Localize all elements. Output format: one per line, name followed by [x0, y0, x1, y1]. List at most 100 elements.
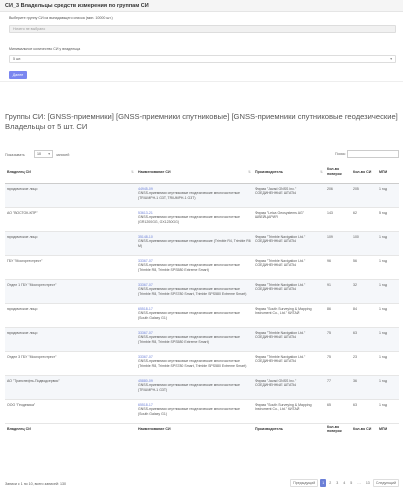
col-name[interactable]: Наименование СИ ⇅: [136, 161, 253, 183]
min-count-label: Минимальное количество СИ у владельца: [9, 47, 81, 51]
table-row: Отдел 3 ГБУ "Мосгоргеотрест" 33367-07 GNSS…: [5, 351, 399, 375]
cell-mpi: 1 год: [379, 282, 388, 287]
cell-checks: 65: [327, 402, 331, 407]
prev-page-button[interactable]: Предыдущий: [290, 479, 319, 487]
cell-name: 33367-07 GNSS-приемники спутниковые геоде…: [136, 255, 253, 279]
card-title: СИ_3 Владельцы средств измерения по груп…: [0, 0, 403, 12]
foot-maker: Производитель: [255, 427, 284, 431]
device-name: GNSS-приемники спутниковые геодезические…: [138, 215, 240, 224]
col-owner[interactable]: Владелец СИ ⇅: [5, 161, 136, 183]
cell-count: 56: [353, 258, 357, 263]
page-button[interactable]: 2: [327, 479, 333, 487]
cell-checks: 75: [327, 354, 331, 359]
cell-checks: 91: [327, 282, 331, 287]
device-name: GNSS-приемники спутниковые геодезические…: [138, 311, 240, 320]
cell-count: 23: [353, 354, 357, 359]
foot-owner: Владелец СИ: [7, 427, 31, 431]
cell-owner: АО "Транснефть-Подводсервис": [7, 378, 60, 383]
cell-mpi: 1 год: [379, 378, 388, 383]
col-maker-label: Производитель: [255, 169, 284, 174]
cell-count: 100: [353, 234, 359, 239]
col-count-label: Кол-во СИ: [353, 169, 372, 174]
next-page-button[interactable]: Следующий: [372, 479, 399, 487]
cell-checks: 143: [327, 210, 333, 215]
page-list: 1 2 3 4 5… 13: [319, 479, 372, 487]
device-name: GNSS-приемники спутниковые геодезические…: [138, 191, 240, 200]
col-checks-label: Кол-во поверок: [327, 167, 342, 176]
cell-mpi: 1 год: [379, 402, 388, 407]
table-row: юридическое лицо 65518-17 GNSS-приемники с…: [5, 303, 399, 327]
cell-owner: юридическое лицо: [7, 234, 38, 239]
cell-checks: 77: [327, 378, 331, 383]
sort-icon: ⇅: [248, 169, 251, 174]
device-name: GNSS-приемники спутниковые геодезические…: [138, 263, 240, 272]
cell-mpi: 1 год: [379, 330, 388, 335]
page-button[interactable]: 1: [320, 479, 327, 487]
page: СИ_3 Владельцы средств измерения по груп…: [0, 0, 403, 500]
device-name: GNSS-приемники спутниковые геодезические…: [138, 239, 251, 248]
col-mpi-label: МПИ: [379, 169, 388, 174]
cell-owner: ООО "Геодезика": [7, 402, 36, 407]
cell-maker: Фирма "Trimble Navigation Ltd." СОЕДИНЕН…: [255, 282, 306, 292]
cell-owner: юридическое лицо: [7, 306, 38, 311]
table-body: юридическое лицо 44945-09 GNSS-приемники с…: [5, 183, 399, 423]
cell-maker: Фирма "South Surveying & Mapping Instrum…: [255, 402, 312, 412]
col-maker[interactable]: Производитель ⇅: [253, 161, 325, 183]
group-select[interactable]: Ничего не выбрано: [9, 25, 396, 33]
col-name-label: Наименование СИ: [138, 169, 171, 174]
col-mpi[interactable]: МПИ: [377, 161, 399, 183]
table-info: Записи с 1 по 10, всего записей: 130: [5, 482, 66, 486]
min-count-value: 5 шт.: [13, 57, 22, 61]
search-input[interactable]: [347, 150, 399, 158]
device-name: GNSS-приемники спутниковые геодезические…: [138, 335, 240, 344]
cell-maker: Фирма "Trimble Navigation Ltd." СОЕДИНЕН…: [255, 234, 306, 244]
cell-count: 62: [353, 210, 357, 215]
table-header-row: Владелец СИ ⇅ Наименование СИ ⇅ Производит…: [5, 161, 399, 183]
col-count[interactable]: Кол-во СИ: [351, 161, 377, 183]
table-row: АО "Транснефть-Подводсервис" 45880-09 GNSS…: [5, 375, 399, 399]
owners-table: Владелец СИ ⇅ Наименование СИ ⇅ Производит…: [5, 161, 399, 435]
cell-maker: Фирма "Trimble Navigation Ltd." СОЕДИНЕН…: [255, 258, 306, 268]
table-row: ООО "Геодезика" 65518-17 GNSS-приемники сп…: [5, 399, 399, 423]
table-footer-row: Владелец СИ Наименование СИ Производител…: [5, 423, 399, 435]
cell-maker: Фирма "South Surveying & Mapping Instrum…: [255, 306, 312, 316]
cell-checks: 96: [327, 258, 331, 263]
page-button[interactable]: 13: [364, 479, 372, 487]
table-row: Отдел 1 ГБУ "Мосгоргеотрест" 33367-07 GNSS…: [5, 279, 399, 303]
group-select-value: Ничего не выбрано: [13, 27, 46, 31]
cell-count: 63: [353, 330, 357, 335]
cell-name: 65518-17 GNSS-приемники спутниковые геоде…: [136, 303, 253, 327]
submit-button[interactable]: Далее: [9, 71, 27, 79]
page-button[interactable]: 3: [334, 479, 340, 487]
cell-mpi: 1 год: [379, 306, 388, 311]
cell-count: 63: [353, 402, 357, 407]
page-button[interactable]: 4: [341, 479, 347, 487]
cell-owner: Отдел 3 ГБУ "Мосгоргеотрест": [7, 354, 57, 359]
device-name: GNSS-приемники спутниковые геодезические…: [138, 359, 247, 368]
length-select[interactable]: 10 ▾: [34, 150, 53, 158]
cell-name: 33367-07 GNSS-приемники спутниковые геоде…: [136, 279, 253, 303]
cell-name: 45880-09 GNSS-приемники спутниковые геоде…: [136, 375, 253, 399]
chevron-down-icon: ▾: [48, 152, 50, 156]
table-row: юридическое лицо 35148-10 GNSS-приемники с…: [5, 231, 399, 255]
cell-maker: Фирма "Trimble Navigation Ltd." СОЕДИНЕН…: [255, 330, 306, 340]
device-name: GNSS-приемники спутниковые геодезические…: [138, 287, 247, 296]
cell-owner: АО "ВОСТОК-КПР": [7, 210, 38, 215]
report-title: Группы СИ: [GNSS-приемники] [GNSS-приемн…: [5, 112, 398, 131]
cell-count: 36: [353, 378, 357, 383]
page-button[interactable]: 5: [348, 479, 354, 487]
length-value: 10: [37, 152, 41, 156]
col-owner-label: Владелец СИ: [7, 169, 31, 174]
cell-checks: 86: [327, 306, 331, 311]
cell-count: 205: [353, 186, 359, 191]
foot-checks: Кол-во поверок: [327, 424, 342, 434]
cell-maker: Фирма "Javad GNSS Inc." СОЕДИНЕННЫЕ ШТАТ…: [255, 378, 297, 388]
foot-count: Кол-во СИ: [353, 427, 372, 431]
cell-name: 44945-09 GNSS-приемники спутниковые геоде…: [136, 183, 253, 207]
table-row: АО "ВОСТОК-КПР" 53613-21 GNSS-приемники сп…: [5, 207, 399, 231]
cell-owner: ГБУ "Мосгоргеотрест": [7, 258, 43, 263]
col-checks[interactable]: Кол-во поверок: [325, 161, 351, 183]
foot-name: Наименование СИ: [138, 427, 171, 431]
cell-name: 33367-07 GNSS-приемники спутниковые геоде…: [136, 351, 253, 375]
min-count-select[interactable]: 5 шт. ▾: [9, 55, 396, 63]
